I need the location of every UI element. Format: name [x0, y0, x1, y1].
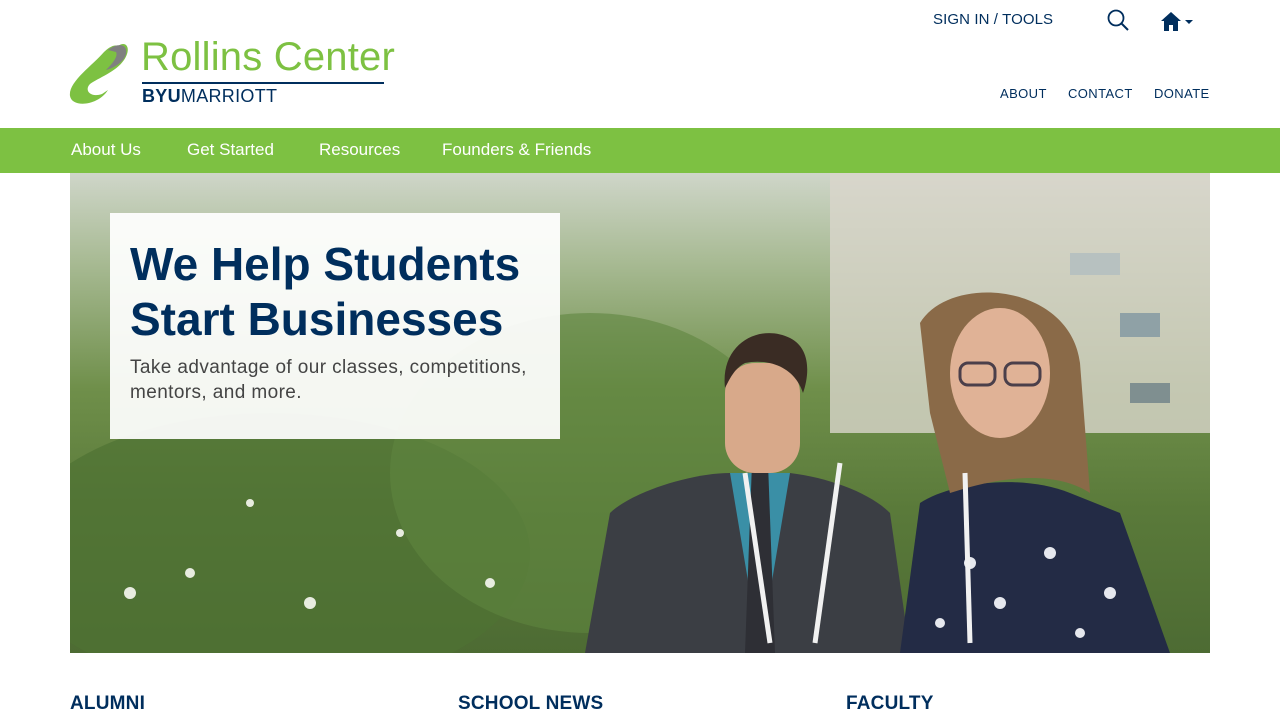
logo-divider: [142, 82, 384, 84]
site-header: SIGN IN / TOOLS Rollins Center BYUMARRIO…: [0, 0, 1280, 128]
logo-sub-byu: BYU: [142, 86, 181, 106]
hero-subtext: Take advantage of our classes, competiti…: [130, 357, 527, 403]
util-link-about[interactable]: ABOUT: [1000, 86, 1047, 101]
util-link-contact[interactable]: CONTACT: [1068, 86, 1133, 101]
nav-item-resources[interactable]: Resources: [319, 140, 400, 160]
home-icon: [1161, 12, 1193, 31]
search-icon: [1107, 9, 1129, 31]
caret-down-icon: [1185, 20, 1193, 24]
nav-item-about-us[interactable]: About Us: [71, 140, 141, 160]
sign-in-tools-link[interactable]: SIGN IN / TOOLS: [933, 11, 1053, 28]
section-heading-alumni[interactable]: ALUMNI: [70, 693, 145, 715]
logo-sub-marriott: MARRIOTT: [180, 86, 278, 106]
section-heading-faculty[interactable]: FACULTY: [846, 693, 934, 715]
rollins-center-logo[interactable]: Rollins Center BYUMARRIOTT: [68, 35, 398, 108]
util-link-donate[interactable]: DONATE: [1154, 86, 1210, 101]
hero-banner: We Help Students Start Businesses Take a…: [70, 173, 1210, 653]
main-nav: About Us Get Started Resources Founders …: [0, 128, 1280, 173]
search-button[interactable]: [1106, 8, 1132, 34]
section-heading-school-news[interactable]: SCHOOL NEWS: [458, 693, 603, 715]
nav-item-founders-friends[interactable]: Founders & Friends: [442, 140, 591, 160]
hero-headline: We Help Students Start Businesses: [130, 238, 521, 345]
logo-subtitle: BYUMARRIOTT: [142, 86, 277, 107]
hero-callout-card: We Help Students Start Businesses Take a…: [110, 213, 560, 439]
rollins-e-mark-icon: [69, 43, 128, 104]
home-menu-button[interactable]: [1159, 10, 1197, 34]
logo-title: Rollins Center: [141, 35, 396, 79]
section-headers: ALUMNI SCHOOL NEWS FACULTY: [0, 690, 1280, 720]
nav-item-get-started[interactable]: Get Started: [187, 140, 274, 160]
